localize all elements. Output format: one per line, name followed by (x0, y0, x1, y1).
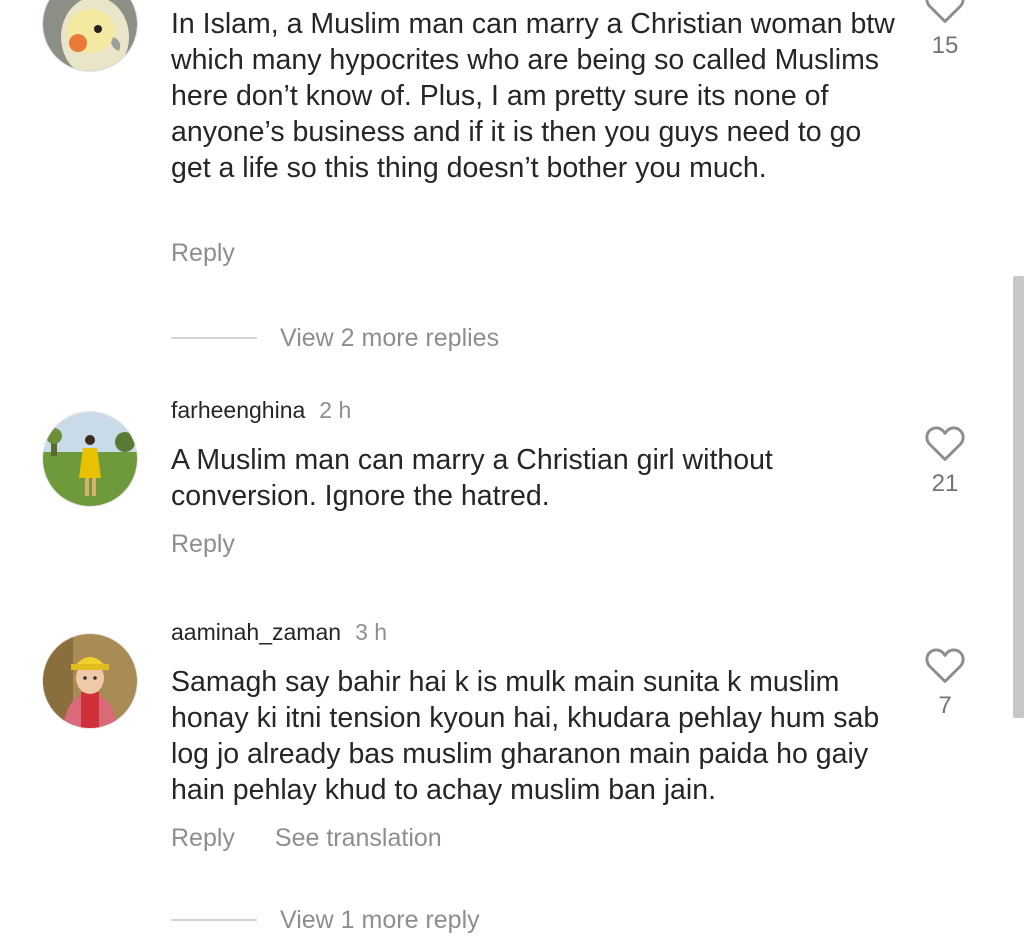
username-link[interactable]: farheenghina (171, 397, 305, 423)
comment-meta: farheenghina 2 h (171, 396, 351, 424)
comment-actions: Reply See translation (171, 823, 442, 853)
like-count: 7 (938, 692, 952, 719)
view-more-replies-partial[interactable]: View 1 more reply (171, 904, 480, 936)
reply-button[interactable]: Reply (171, 824, 235, 852)
divider-line (171, 919, 257, 921)
comment-actions: Reply (171, 529, 235, 559)
view-more-replies-label[interactable]: View 1 more reply (280, 906, 480, 935)
heart-icon[interactable] (924, 424, 966, 462)
heart-icon[interactable] (924, 646, 966, 684)
username-link[interactable]: aaminah_zaman (171, 619, 341, 645)
comment-meta: aaminah_zaman 3 h (171, 618, 387, 646)
like-count: 15 (931, 32, 959, 59)
user-photo-park-avatar-icon[interactable] (42, 411, 138, 507)
comment-text: In Islam, a Muslim man can marry a Chris… (171, 8, 903, 184)
divider-line (171, 337, 257, 339)
view-more-replies-label[interactable]: View 2 more replies (280, 324, 499, 353)
like-control: 15 (923, 0, 967, 60)
comment-text: A Muslim man can marry a Christian girl … (171, 444, 781, 512)
user-photo-yellow-cap-avatar-icon[interactable] (42, 633, 138, 729)
timestamp: 3 h (355, 619, 388, 645)
heart-icon[interactable] (924, 0, 966, 24)
like-control: 7 (923, 646, 967, 720)
reply-button[interactable]: Reply (171, 530, 235, 558)
reply-button[interactable]: Reply (171, 239, 235, 267)
comment-text: Samagh say bahir hai k is mulk main suni… (171, 666, 888, 806)
see-translation-button[interactable]: See translation (275, 824, 442, 852)
comment-actions: Reply (171, 238, 235, 268)
like-count: 21 (931, 470, 959, 497)
timestamp: 2 h (319, 397, 352, 423)
like-control: 21 (923, 424, 967, 498)
scrollbar[interactable] (1013, 276, 1024, 718)
cockatiel-avatar-icon[interactable] (42, 0, 138, 72)
view-more-replies[interactable]: View 2 more replies (171, 322, 499, 354)
